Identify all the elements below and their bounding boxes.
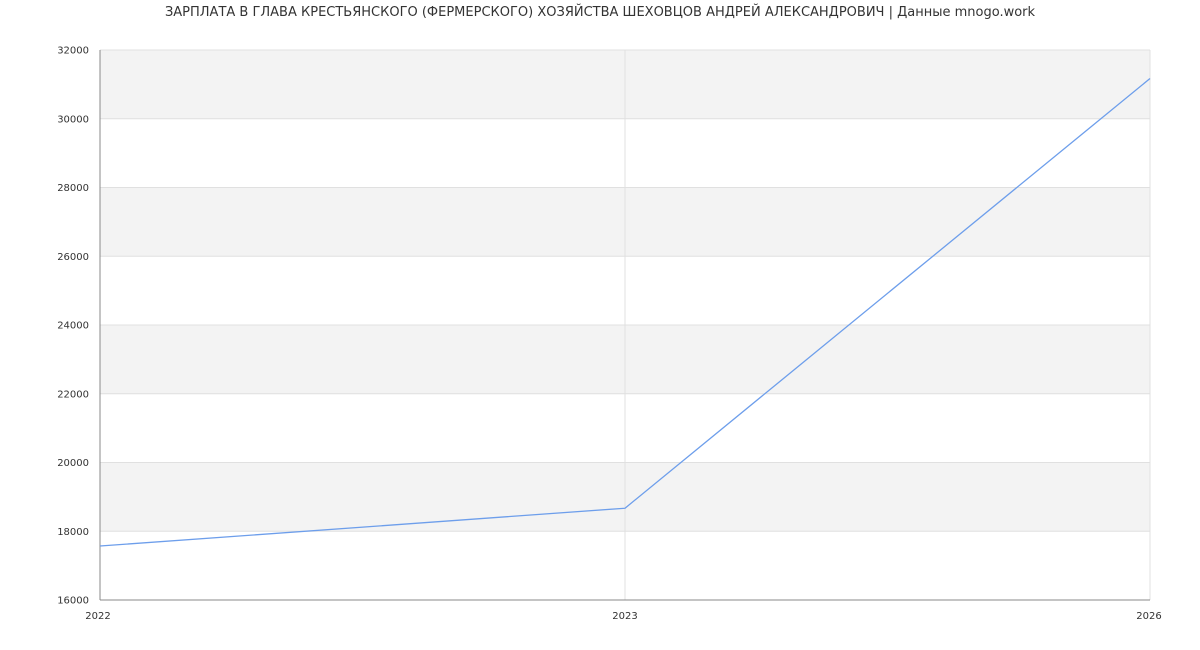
y-tick-label: 18000 bbox=[57, 527, 89, 538]
y-tick-label: 30000 bbox=[57, 114, 89, 125]
y-tick-label: 28000 bbox=[57, 183, 89, 194]
y-tick-label: 16000 bbox=[57, 596, 89, 607]
y-tick-label: 24000 bbox=[57, 321, 89, 332]
y-tick-label: 26000 bbox=[57, 252, 89, 263]
y-tick-label: 20000 bbox=[57, 458, 89, 469]
y-tick-labels: 16000 18000 20000 22000 24000 26000 28000 30000… bbox=[57, 46, 89, 607]
line-chart: 16000 18000 20000 22000 24000 26000 28000 30000… bbox=[57, 46, 1162, 623]
x-tick-label: 2026 bbox=[1136, 611, 1161, 622]
x-tick-labels: 2022 2023 2026 bbox=[85, 611, 1161, 622]
x-tick-label: 2022 bbox=[85, 611, 110, 622]
y-tick-label: 32000 bbox=[57, 46, 89, 57]
y-tick-label: 22000 bbox=[57, 389, 89, 400]
x-tick-label: 2023 bbox=[612, 611, 637, 622]
